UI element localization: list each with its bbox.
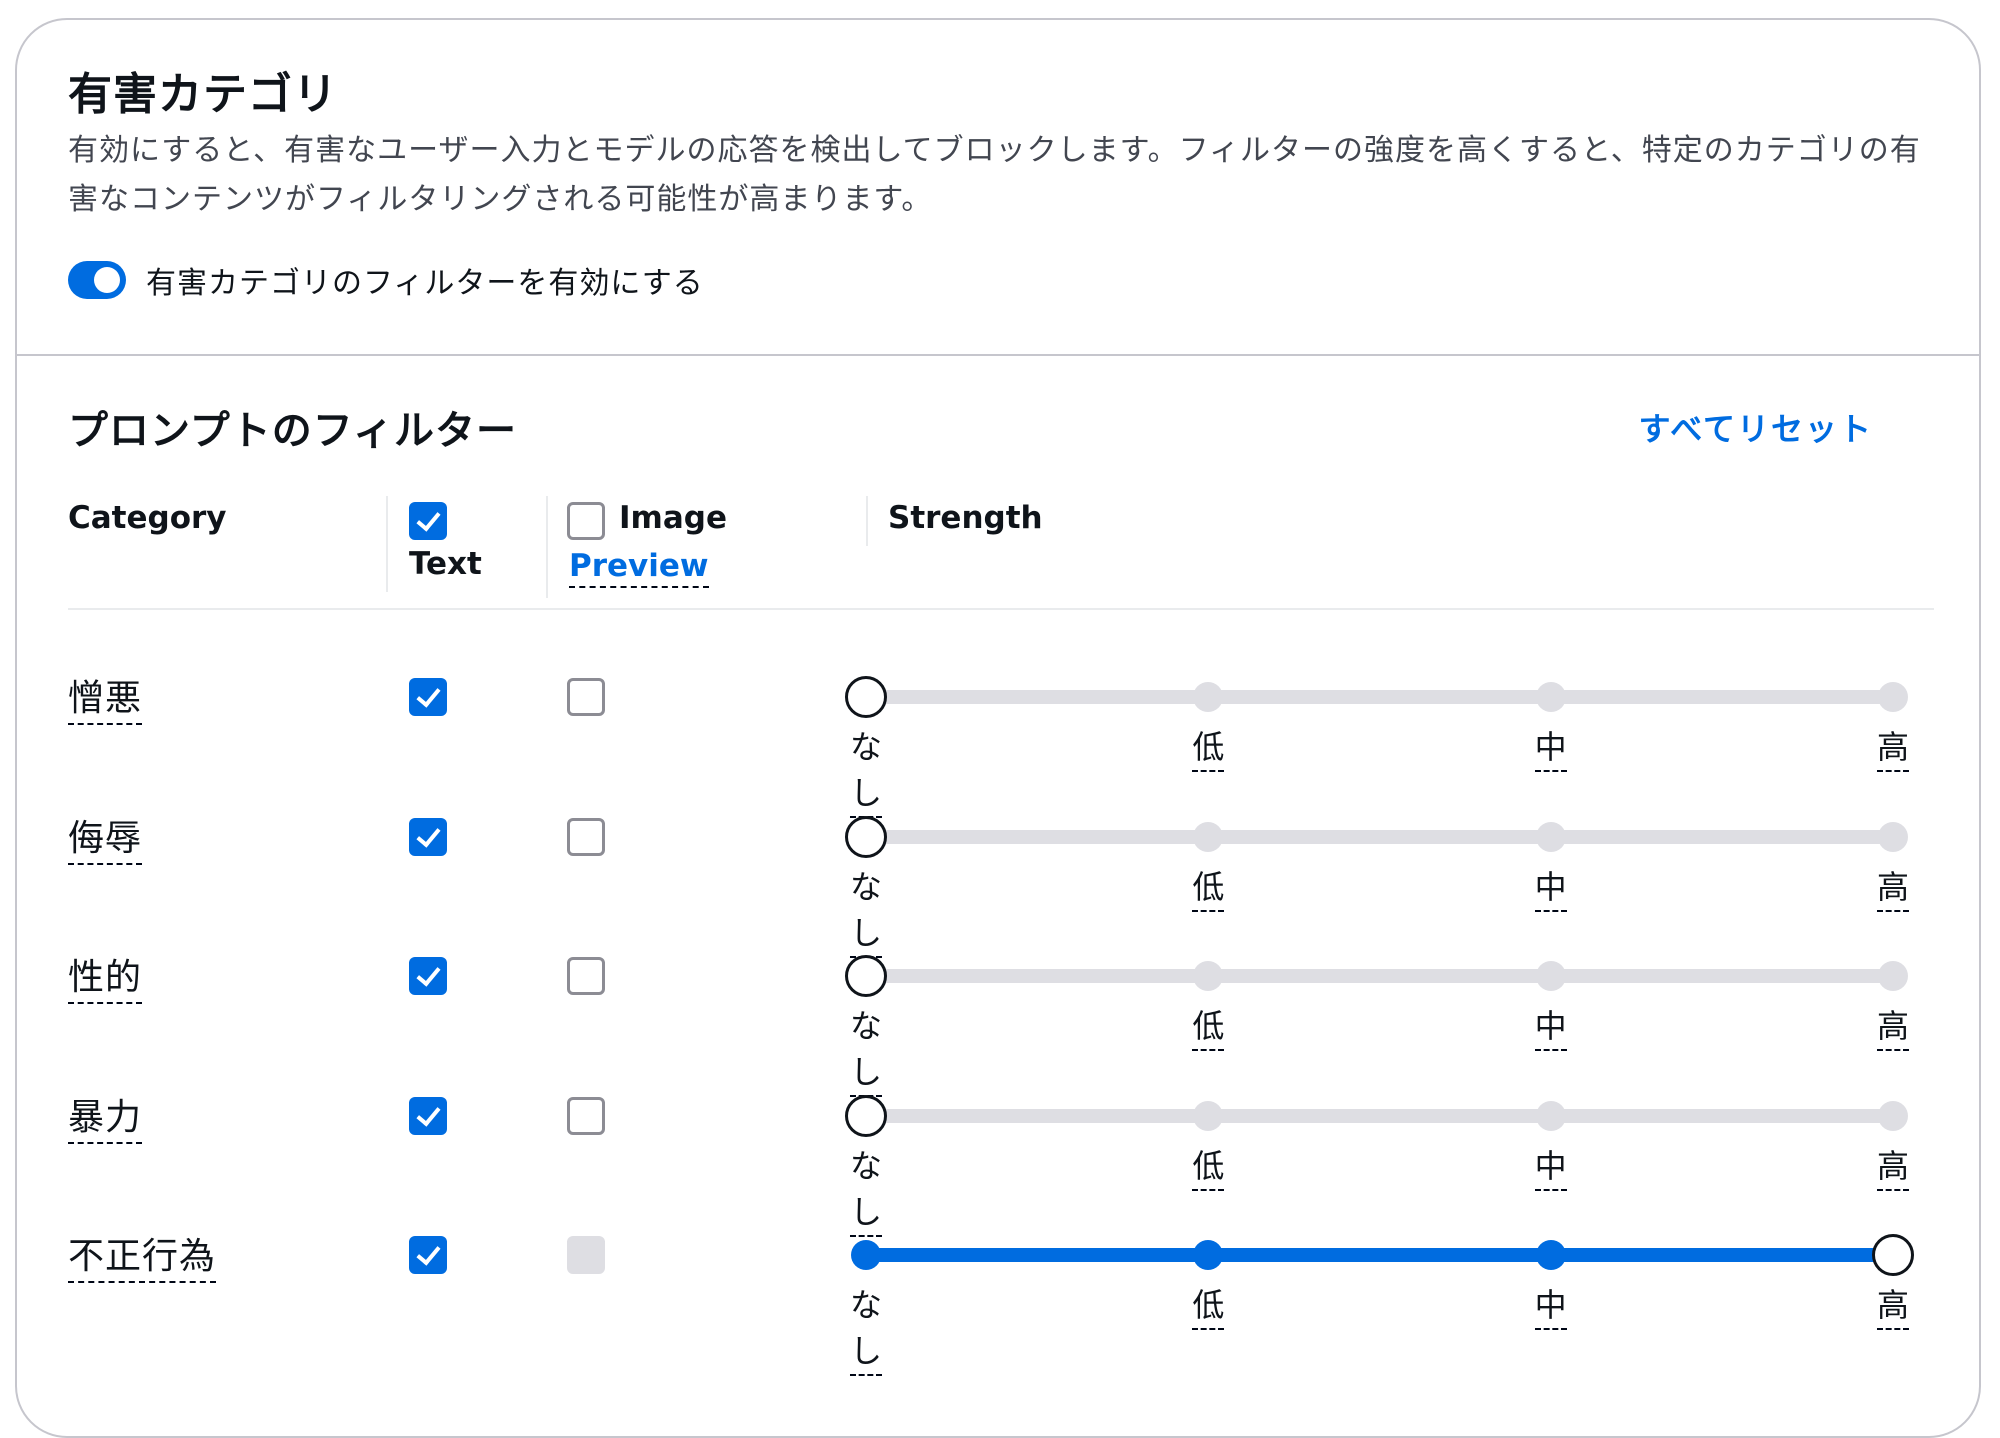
strength-level-label[interactable]: なし bbox=[849, 722, 883, 818]
strength-level-label[interactable]: 低 bbox=[1192, 722, 1225, 772]
strength-level-label[interactable]: 低 bbox=[1192, 1001, 1225, 1051]
image-checkbox[interactable] bbox=[567, 817, 605, 856]
category-label: 不正行為 bbox=[68, 1227, 217, 1283]
strength-level-label[interactable]: なし bbox=[849, 862, 883, 958]
strength-level-label[interactable]: 低 bbox=[1192, 1280, 1225, 1330]
section-description: 有効にすると、有害なユーザー入力とモデルの応答を検出してブロックします。フィルタ… bbox=[68, 133, 1921, 217]
reset-all-link[interactable]: すべてリセット bbox=[1639, 404, 1873, 450]
image-checkbox bbox=[567, 1236, 605, 1274]
slider-track[interactable] bbox=[866, 690, 1893, 704]
slider-tick bbox=[1193, 821, 1224, 852]
slider-track[interactable] bbox=[866, 829, 1893, 844]
strength-level-label[interactable]: 低 bbox=[1192, 862, 1225, 912]
strength-level-label[interactable]: なし bbox=[849, 1001, 883, 1097]
column-divider bbox=[546, 496, 548, 598]
strength-level-label[interactable]: なし bbox=[849, 1280, 883, 1376]
strength-level-label[interactable]: 高 bbox=[1876, 1141, 1910, 1191]
text-checkbox[interactable] bbox=[409, 817, 447, 856]
strength-level-label[interactable]: 中 bbox=[1534, 1001, 1567, 1051]
slider-thumb[interactable] bbox=[845, 955, 887, 997]
slider-tick bbox=[851, 1240, 881, 1270]
section-divider bbox=[15, 354, 1981, 356]
category-label: 憎悪 bbox=[68, 669, 143, 725]
prompt-filters-title: プロンプトのフィルター bbox=[68, 408, 517, 454]
strength-level-label[interactable]: なし bbox=[849, 1141, 883, 1237]
column-header-strength: Strength bbox=[888, 500, 1043, 536]
slider-track[interactable] bbox=[866, 969, 1893, 983]
text-checkbox[interactable] bbox=[409, 1096, 447, 1135]
strength-level-label[interactable]: 中 bbox=[1534, 862, 1567, 912]
slider-tick bbox=[1878, 961, 1908, 991]
column-divider bbox=[386, 496, 388, 592]
slider-thumb[interactable] bbox=[1872, 1234, 1914, 1276]
slider-fill bbox=[866, 1248, 1893, 1262]
slider-tick bbox=[1878, 821, 1908, 852]
header-divider bbox=[68, 608, 1934, 610]
image-checkbox[interactable] bbox=[567, 678, 605, 716]
strength-level-label[interactable]: 高 bbox=[1876, 1280, 1910, 1330]
text-column-checkbox[interactable] bbox=[409, 502, 447, 540]
column-header-image: Image bbox=[619, 500, 727, 536]
slider-thumb[interactable] bbox=[845, 815, 887, 858]
slider-tick bbox=[1878, 1100, 1908, 1131]
enable-filter-toggle-label: 有害カテゴリのフィルターを有効にする bbox=[146, 266, 704, 301]
image-preview-link[interactable]: Preview bbox=[569, 548, 709, 588]
text-checkbox[interactable] bbox=[409, 1236, 447, 1274]
text-checkbox[interactable] bbox=[409, 957, 447, 995]
slider-tick bbox=[1193, 1100, 1224, 1131]
strength-level-label[interactable]: 中 bbox=[1534, 1141, 1567, 1191]
slider-track[interactable] bbox=[866, 1108, 1893, 1123]
toggle-knob bbox=[94, 267, 120, 293]
category-label: 暴力 bbox=[68, 1088, 143, 1144]
column-header-category: Category bbox=[68, 500, 227, 536]
column-header-text: Text bbox=[409, 546, 482, 582]
slider-thumb[interactable] bbox=[845, 1094, 887, 1137]
strength-level-label[interactable]: 高 bbox=[1876, 862, 1910, 912]
text-checkbox[interactable] bbox=[409, 678, 447, 716]
category-label: 侮辱 bbox=[68, 809, 143, 865]
slider-thumb[interactable] bbox=[845, 676, 887, 718]
slider-tick bbox=[1535, 682, 1566, 712]
harmful-categories-card bbox=[15, 18, 1981, 1438]
enable-filter-toggle[interactable] bbox=[68, 261, 126, 299]
image-checkbox[interactable] bbox=[567, 957, 605, 995]
slider-tick bbox=[1535, 1240, 1566, 1270]
strength-level-label[interactable]: 中 bbox=[1534, 722, 1567, 772]
category-label: 性的 bbox=[68, 948, 143, 1004]
image-checkbox[interactable] bbox=[567, 1096, 605, 1135]
strength-level-label[interactable]: 高 bbox=[1876, 1001, 1910, 1051]
image-column-checkbox[interactable] bbox=[567, 502, 605, 540]
section-title: 有害カテゴリ bbox=[68, 69, 338, 120]
strength-level-label[interactable]: 高 bbox=[1876, 722, 1910, 772]
slider-tick bbox=[1878, 682, 1908, 712]
strength-level-label[interactable]: 低 bbox=[1192, 1141, 1225, 1191]
strength-level-label[interactable]: 中 bbox=[1534, 1280, 1567, 1330]
slider-tick bbox=[1535, 961, 1566, 991]
column-divider bbox=[866, 496, 868, 546]
slider-tick bbox=[1535, 821, 1566, 852]
slider-tick bbox=[1535, 1100, 1566, 1131]
